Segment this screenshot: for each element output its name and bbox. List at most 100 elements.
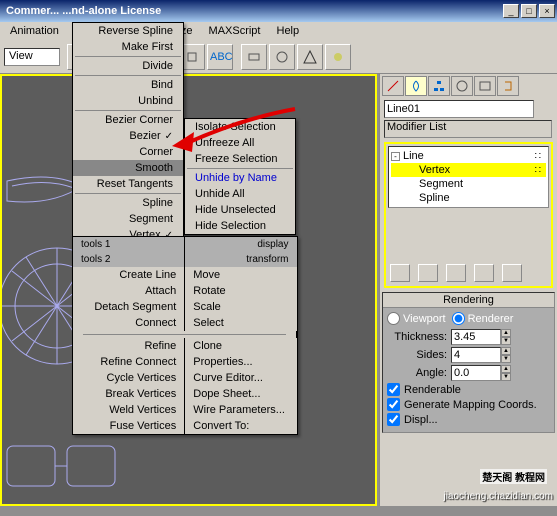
ctx-item-unhide-by-name[interactable]: Unhide by Name: [185, 170, 295, 186]
tree-row-vertex[interactable]: Vertex∷: [391, 163, 546, 177]
ctx-item-refine[interactable]: Refine: [73, 338, 185, 354]
hierarchy-tab-icon[interactable]: [428, 76, 450, 96]
ctx-item-spline[interactable]: Spline: [73, 195, 183, 211]
motion-tab-icon[interactable]: [451, 76, 473, 96]
tree-label: Line: [403, 150, 424, 162]
gen-coords-checkbox[interactable]: [387, 398, 400, 411]
renderer-radio[interactable]: Renderer: [452, 312, 514, 325]
ctx-item-clone[interactable]: Clone: [185, 338, 297, 354]
ctx-item-hide-unselected[interactable]: Hide Unselected: [185, 202, 295, 218]
ctx-item-corner[interactable]: Corner: [73, 144, 183, 160]
ctx-item-properties-[interactable]: Properties...: [185, 354, 297, 370]
ctx-item-bezier-corner[interactable]: Bezier Corner: [73, 112, 183, 128]
sides-input[interactable]: [451, 347, 501, 363]
modifier-stack: -Line∷ Vertex∷ Segment Spline: [384, 142, 553, 288]
ctx-item-detach-segment[interactable]: Detach Segment: [73, 299, 185, 315]
ctx-item-divide[interactable]: Divide: [73, 58, 183, 74]
window-title: Commer... ...nd-alone License: [2, 5, 503, 17]
ctx-item-fuse-vertices[interactable]: Fuse Vertices: [73, 418, 185, 434]
stack-tree: -Line∷ Vertex∷ Segment Spline: [388, 146, 549, 208]
ctx-item-isolate-selection[interactable]: Isolate Selection: [185, 119, 295, 135]
rollout-header[interactable]: Rendering: [383, 293, 554, 308]
ctx-item-scale[interactable]: Scale: [185, 299, 297, 315]
toolbar-icon-10[interactable]: [325, 44, 351, 70]
ctx-item-unbind[interactable]: Unbind: [73, 93, 183, 109]
modifier-list-row: Modifier List: [384, 120, 553, 138]
remove-modifier-icon[interactable]: [474, 264, 494, 282]
tree-row-spline[interactable]: Spline: [391, 191, 546, 205]
ctx-item-reverse-spline[interactable]: Reverse Spline: [73, 23, 183, 39]
pin-stack-icon[interactable]: [390, 264, 410, 282]
ctx-item-reset-tangents[interactable]: Reset Tangents: [73, 176, 183, 192]
ctx-item-refine-connect[interactable]: Refine Connect: [73, 354, 185, 370]
ctx-item-break-vertices[interactable]: Break Vertices: [73, 386, 185, 402]
menu-animation[interactable]: Animation: [2, 25, 67, 37]
display-tab-icon[interactable]: [474, 76, 496, 96]
transform-header: transform: [185, 252, 297, 267]
thickness-spinner[interactable]: ▲▼: [501, 329, 511, 345]
ctx-item-unhide-all[interactable]: Unhide All: [185, 186, 295, 202]
modifier-list-dropdown[interactable]: Modifier List: [384, 120, 552, 138]
ctx-item-bind[interactable]: Bind: [73, 77, 183, 93]
ctx-item-make-first[interactable]: Make First: [73, 39, 183, 55]
view-dropdown[interactable]: View: [4, 48, 60, 66]
ctx-item-smooth[interactable]: Smooth: [73, 160, 183, 176]
render-mode-row: Viewport Renderer: [387, 312, 550, 325]
toolbar-icon-8[interactable]: [269, 44, 295, 70]
checkbox-label: Displ...: [404, 414, 438, 426]
angle-input[interactable]: [451, 365, 501, 381]
ctx-item-connect[interactable]: Connect: [73, 315, 185, 331]
toolbar-icon-9[interactable]: [297, 44, 323, 70]
ctx-item-unfreeze-all[interactable]: Unfreeze All: [185, 135, 295, 151]
tree-row-segment[interactable]: Segment: [391, 177, 546, 191]
ctx-item-wire-parameters-[interactable]: Wire Parameters...: [185, 402, 297, 418]
viewport-radio[interactable]: Viewport: [387, 312, 446, 325]
tree-label: Spline: [419, 192, 450, 204]
display-mesh-row[interactable]: Displ...: [387, 413, 550, 426]
ctx-item-convert-to-[interactable]: Convert To:: [185, 418, 297, 434]
create-tab-icon[interactable]: [382, 76, 404, 96]
expand-icon[interactable]: -: [391, 152, 400, 161]
renderable-row[interactable]: Renderable: [387, 383, 550, 396]
thickness-input[interactable]: [451, 329, 501, 345]
angle-spinner[interactable]: ▲▼: [501, 365, 511, 381]
ctx-item-select[interactable]: Select: [185, 315, 297, 331]
menu-maxscript[interactable]: MAXScript: [201, 25, 269, 37]
toolbar-abc-icon[interactable]: ABC: [207, 44, 233, 70]
ctx-item-freeze-selection[interactable]: Freeze Selection: [185, 151, 295, 167]
make-unique-icon[interactable]: [446, 264, 466, 282]
ctx-item-dope-sheet-[interactable]: Dope Sheet...: [185, 386, 297, 402]
utilities-tab-icon[interactable]: [497, 76, 519, 96]
thickness-label: Thickness:: [387, 331, 451, 343]
minimize-button[interactable]: _: [503, 4, 519, 18]
modify-tab-icon[interactable]: [405, 76, 427, 96]
configure-sets-icon[interactable]: [502, 264, 522, 282]
ctx-item-cycle-vertices[interactable]: Cycle Vertices: [73, 370, 185, 386]
ctx-item-move[interactable]: Move: [185, 267, 297, 283]
renderable-checkbox[interactable]: [387, 383, 400, 396]
display-mesh-checkbox[interactable]: [387, 413, 400, 426]
toolbar-icon-7[interactable]: [241, 44, 267, 70]
watermark-url: jiaocheng.chazidian.com: [443, 491, 553, 502]
ctx-item-curve-editor-[interactable]: Curve Editor...: [185, 370, 297, 386]
ctx-item-hide-selection[interactable]: Hide Selection: [185, 218, 295, 234]
show-end-result-icon[interactable]: [418, 264, 438, 282]
sides-spinner[interactable]: ▲▼: [501, 347, 511, 363]
ctx-item-create-line[interactable]: Create Line: [73, 267, 185, 283]
menu-help[interactable]: Help: [269, 25, 308, 37]
ctx-item-attach[interactable]: Attach: [73, 283, 185, 299]
angle-label: Angle:: [387, 367, 451, 379]
ctx-item-rotate[interactable]: Rotate: [185, 283, 297, 299]
thickness-row: Thickness: ▲▼: [387, 329, 550, 345]
display-header: display: [185, 237, 297, 252]
ctx-item-bezier[interactable]: Bezier: [73, 128, 183, 144]
sides-label: Sides:: [387, 349, 451, 361]
tree-row-line[interactable]: -Line∷: [391, 149, 546, 163]
gen-coords-row[interactable]: Generate Mapping Coords.: [387, 398, 550, 411]
close-button[interactable]: ×: [539, 4, 555, 18]
ctx-item-segment[interactable]: Segment: [73, 211, 183, 227]
ctx-item-weld-vertices[interactable]: Weld Vertices: [73, 402, 185, 418]
maximize-button[interactable]: □: [521, 4, 537, 18]
window-controls: _ □ ×: [503, 4, 555, 18]
object-name-input[interactable]: [384, 100, 534, 118]
